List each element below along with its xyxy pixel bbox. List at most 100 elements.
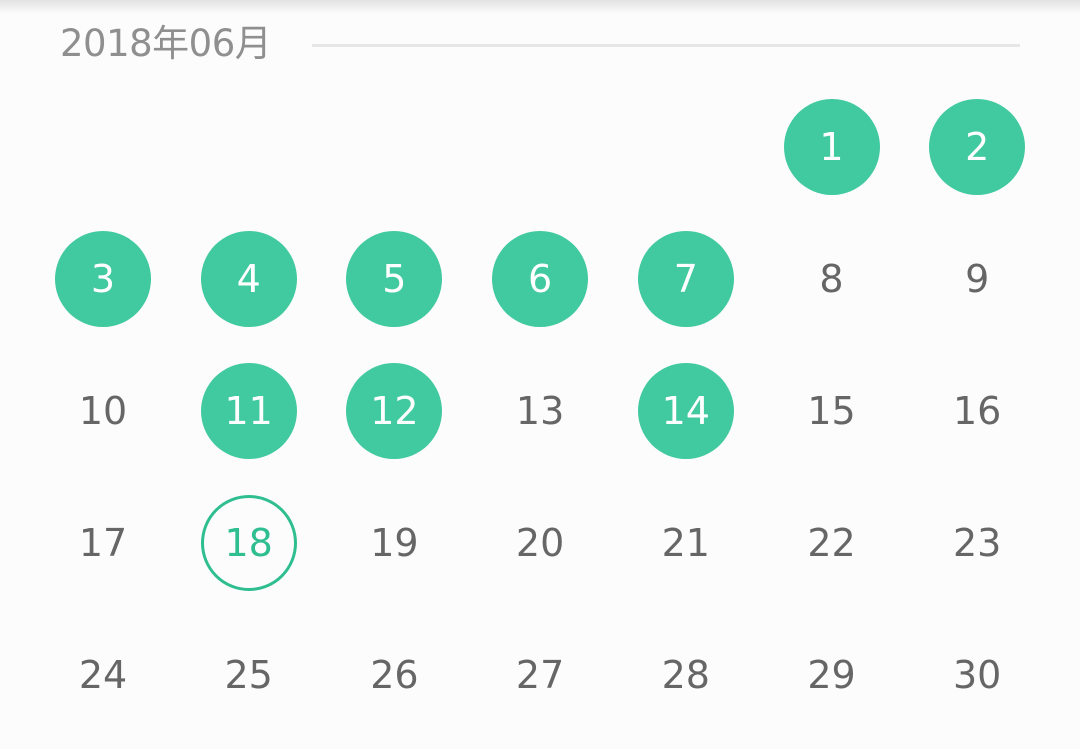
calendar-grid: 1 2 3 4 5 6 7 8 9 10 11 12 13 14 15 16 17 18 19 20 21 22 23 24 2… <box>30 81 1050 741</box>
day-cell[interactable]: 3 <box>30 213 176 345</box>
day-number: 22 <box>807 521 856 565</box>
day-cell-empty <box>30 81 176 213</box>
day-cell[interactable]: 30 <box>904 609 1050 741</box>
marked-day-circle: 7 <box>637 231 734 327</box>
day-cell[interactable]: 6 <box>467 213 613 345</box>
toolbar-shadow <box>0 0 1080 14</box>
day-number: 28 <box>661 653 710 697</box>
day-cell[interactable]: 11 <box>176 345 322 477</box>
day-number: 23 <box>953 521 1002 565</box>
day-number: 10 <box>78 389 128 433</box>
day-number: 13 <box>515 389 565 433</box>
day-cell-empty <box>176 81 322 213</box>
day-cell[interactable]: 24 <box>30 609 176 741</box>
day-cell[interactable]: 1 <box>759 81 905 213</box>
day-circle: 21 <box>638 495 734 591</box>
day-number: 9 <box>965 257 990 301</box>
day-number: 16 <box>953 389 1002 433</box>
day-number: 14 <box>661 389 710 433</box>
day-number: 8 <box>819 257 844 301</box>
day-number: 15 <box>807 389 856 433</box>
day-number: 11 <box>224 389 273 433</box>
marked-day-circle: 11 <box>200 363 297 459</box>
day-cell[interactable]: 17 <box>30 477 176 609</box>
day-cell[interactable]: 28 <box>613 609 759 741</box>
day-cell[interactable]: 7 <box>613 213 759 345</box>
day-circle: 26 <box>346 627 442 723</box>
day-number: 5 <box>382 257 407 301</box>
day-circle: 17 <box>55 495 151 591</box>
day-circle: 16 <box>929 363 1025 459</box>
day-number: 3 <box>90 257 116 301</box>
day-cell[interactable]: 19 <box>321 477 467 609</box>
day-cell[interactable]: 27 <box>467 609 613 741</box>
day-cell[interactable]: 18 <box>176 477 322 609</box>
day-number: 17 <box>78 521 128 565</box>
day-circle: 29 <box>784 627 880 723</box>
day-number: 20 <box>515 521 565 565</box>
day-cell[interactable]: 26 <box>321 609 467 741</box>
day-number: 2 <box>965 125 990 169</box>
day-cell[interactable]: 21 <box>613 477 759 609</box>
day-cell[interactable]: 13 <box>467 345 613 477</box>
marked-day-circle: 5 <box>346 231 443 327</box>
month-divider <box>312 44 1020 47</box>
day-circle: 8 <box>784 231 880 327</box>
day-number: 12 <box>370 389 419 433</box>
day-circle: 24 <box>55 627 151 723</box>
day-cell[interactable]: 9 <box>904 213 1050 345</box>
day-cell[interactable]: 2 <box>904 81 1050 213</box>
day-cell-empty <box>613 81 759 213</box>
day-circle: 19 <box>346 495 442 591</box>
day-cell[interactable]: 15 <box>759 345 905 477</box>
day-cell[interactable]: 16 <box>904 345 1050 477</box>
day-cell[interactable]: 23 <box>904 477 1050 609</box>
day-cell[interactable]: 22 <box>759 477 905 609</box>
day-number: 18 <box>224 521 273 565</box>
day-number: 27 <box>515 653 565 697</box>
day-circle: 28 <box>638 627 734 723</box>
day-cell-empty <box>467 81 613 213</box>
day-cell-empty <box>321 81 467 213</box>
day-circle: 10 <box>55 363 151 459</box>
marked-day-circle: 6 <box>492 231 589 327</box>
day-number: 1 <box>819 125 844 169</box>
day-cell[interactable]: 4 <box>176 213 322 345</box>
day-cell[interactable]: 25 <box>176 609 322 741</box>
marked-day-circle: 1 <box>783 99 880 195</box>
day-cell[interactable]: 10 <box>30 345 176 477</box>
day-circle: 9 <box>929 231 1025 327</box>
day-cell[interactable]: 20 <box>467 477 613 609</box>
marked-day-circle: 12 <box>346 363 443 459</box>
day-circle: 15 <box>784 363 880 459</box>
day-circle: 23 <box>929 495 1025 591</box>
day-number: 24 <box>78 653 128 697</box>
day-circle: 30 <box>929 627 1025 723</box>
day-number: 19 <box>370 521 419 565</box>
day-number: 30 <box>953 653 1002 697</box>
day-cell[interactable]: 29 <box>759 609 905 741</box>
day-number: 29 <box>807 653 856 697</box>
marked-day-circle: 2 <box>929 99 1026 195</box>
day-number: 6 <box>528 257 553 301</box>
day-circle: 13 <box>492 363 588 459</box>
marked-day-circle: 3 <box>55 231 151 327</box>
day-number: 26 <box>370 653 419 697</box>
day-number: 7 <box>673 257 698 301</box>
day-circle: 20 <box>492 495 588 591</box>
day-cell[interactable]: 8 <box>759 213 905 345</box>
day-circle: 22 <box>784 495 880 591</box>
day-cell[interactable]: 12 <box>321 345 467 477</box>
marked-day-circle: 4 <box>200 231 297 327</box>
day-circle: 25 <box>201 627 297 723</box>
day-number: 21 <box>661 521 710 565</box>
marked-day-circle: 14 <box>637 363 734 459</box>
day-circle: 27 <box>492 627 588 723</box>
day-cell[interactable]: 5 <box>321 213 467 345</box>
day-number: 25 <box>224 653 273 697</box>
month-title: 2018年06月 <box>60 22 272 65</box>
today-day-ring: 18 <box>200 495 297 591</box>
day-cell[interactable]: 14 <box>613 345 759 477</box>
day-number: 4 <box>236 257 261 301</box>
calendar-page: 2018年06月 1 2 3 4 5 6 7 8 9 10 11 12 13 14 15 16 17 18 19 20… <box>0 0 1080 749</box>
